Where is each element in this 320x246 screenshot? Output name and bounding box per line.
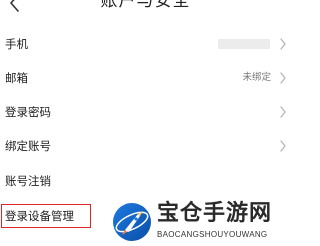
highlight-box bbox=[1, 204, 91, 228]
bind-account-label: 绑定账号 bbox=[5, 139, 51, 153]
chevron-right-icon bbox=[280, 106, 286, 118]
rocket-logo-icon bbox=[113, 203, 151, 241]
watermark: 宝仓手游网 BAOCANGSHOUYOUWANG bbox=[112, 198, 291, 246]
login-password-label: 登录密码 bbox=[5, 105, 51, 119]
settings-row-login-password[interactable]: 登录密码 bbox=[0, 95, 291, 129]
email-value: 未绑定 bbox=[242, 72, 271, 83]
settings-row-account-cancel[interactable]: 账号注销 bbox=[0, 164, 291, 198]
page-title: 账户与安全 bbox=[100, 0, 191, 11]
settings-row-bind-account[interactable]: 绑定账号 bbox=[0, 129, 291, 163]
phone-value-masked bbox=[218, 39, 270, 49]
settings-row-phone[interactable]: 手机 bbox=[0, 27, 291, 61]
watermark-domain: BAOCANGSHOUYOUWANG bbox=[157, 230, 268, 239]
email-label: 邮箱 bbox=[5, 71, 28, 85]
top-bar: 账户与安全 bbox=[0, 0, 291, 14]
watermark-name: 宝仓手游网 bbox=[157, 201, 273, 226]
chevron-right-icon bbox=[280, 140, 286, 152]
phone-label: 手机 bbox=[5, 37, 28, 51]
account-cancel-label: 账号注销 bbox=[5, 174, 51, 188]
chevron-right-icon bbox=[280, 72, 286, 84]
settings-row-email[interactable]: 邮箱 未绑定 bbox=[0, 61, 291, 95]
chevron-right-icon bbox=[280, 38, 286, 50]
